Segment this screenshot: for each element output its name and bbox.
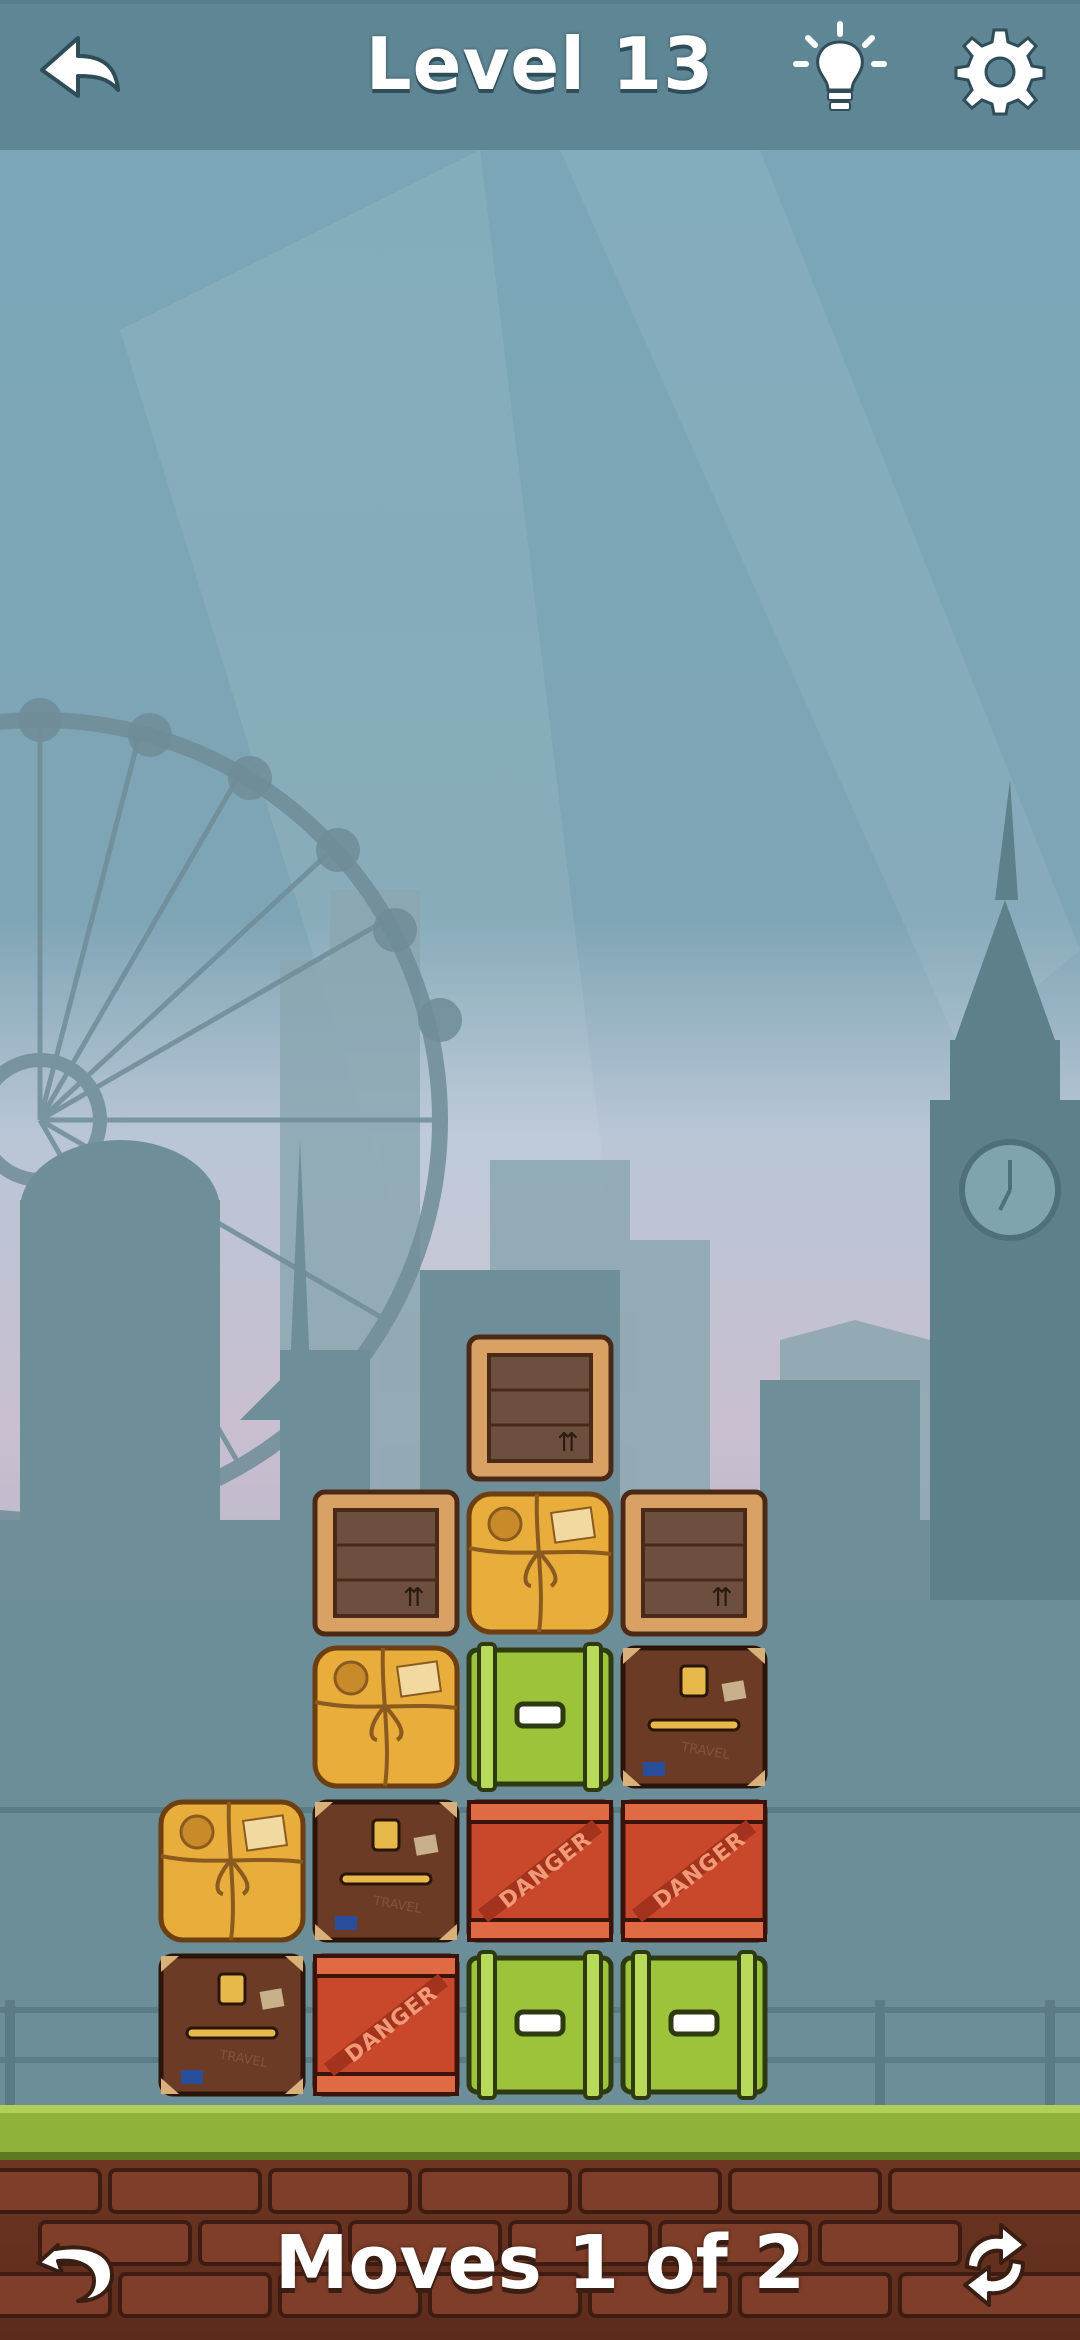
restart-icon (963, 2223, 1027, 2307)
arrow-left-icon (40, 36, 120, 98)
wood-crate[interactable]: ⇈ (311, 1488, 461, 1638)
level-title: Level 13 (365, 22, 715, 106)
danger-crate[interactable]: DANGER (465, 1796, 615, 1946)
settings-button[interactable] (950, 20, 1050, 120)
green-crate[interactable] (619, 1950, 769, 2100)
danger-crate[interactable]: DANGER (619, 1796, 769, 1946)
parcel-crate[interactable] (465, 1488, 615, 1638)
svg-text:⇈: ⇈ (711, 1583, 733, 1613)
green-crate[interactable] (465, 1642, 615, 1792)
green-crate[interactable] (465, 1950, 615, 2100)
suitcase-crate[interactable]: TRAVEL (619, 1642, 769, 1792)
danger-crate[interactable]: DANGER (311, 1950, 461, 2100)
moves-counter: Moves 1 of 2 (274, 2220, 806, 2306)
suitcase-crate[interactable]: TRAVEL (311, 1796, 461, 1946)
parcel-crate[interactable] (311, 1642, 461, 1792)
suitcase-crate[interactable]: TRAVEL (157, 1950, 307, 2100)
hint-button[interactable] (790, 20, 890, 120)
wood-crate[interactable]: ⇈ (465, 1333, 615, 1483)
wood-crate[interactable]: ⇈ (619, 1488, 769, 1638)
gear-icon (954, 28, 1046, 116)
svg-text:⇈: ⇈ (557, 1428, 579, 1458)
lightbulb-icon (793, 21, 887, 111)
svg-text:⇈: ⇈ (403, 1583, 425, 1613)
back-button[interactable] (30, 20, 130, 120)
parcel-crate[interactable] (157, 1796, 307, 1946)
restart-button[interactable] (945, 2215, 1045, 2315)
